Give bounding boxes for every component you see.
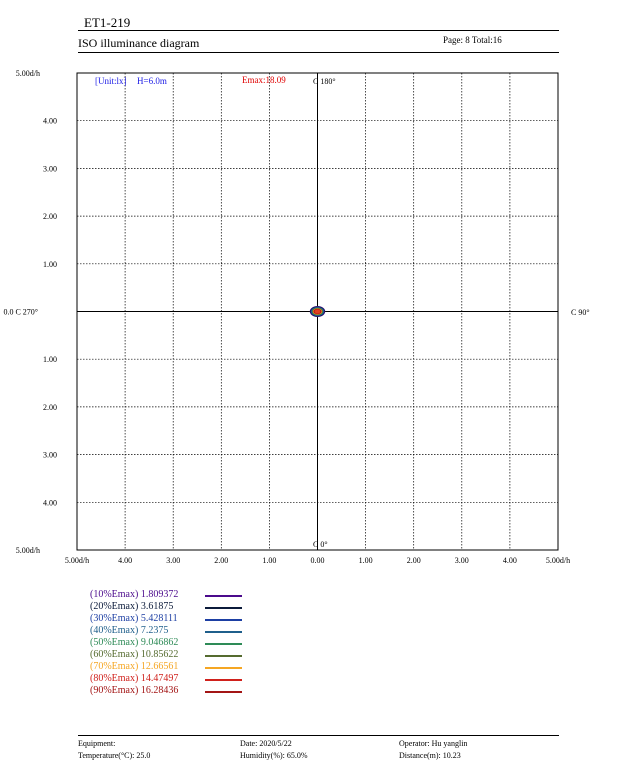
legend-label: (60%Emax) 10.85622 (90, 649, 179, 660)
iso-diagram-chart: 5.00d/h 4.00 3.00 2.00 1.00 0.0 C 270° 1.00 2.0… (3, 69, 590, 565)
legend-label: (40%Emax) 7.2375 (90, 625, 169, 636)
y-tick-label: 5.00d/h (16, 546, 40, 555)
x-tick-label: 1.00 (262, 556, 276, 565)
legend-line-swatch (205, 631, 242, 633)
x-tick-labels: 5.00d/h 4.00 3.00 2.00 1.00 0.00 1.00 2.00 3.00 4… (65, 556, 570, 565)
unit-label: [Unit:lx] (95, 76, 127, 86)
y-tick-label: 5.00d/h (16, 69, 40, 78)
legend-line-swatch (205, 691, 242, 693)
date-label: Date: 2020/5/22 (240, 739, 292, 748)
x-tick-label: 2.00 (214, 556, 228, 565)
y-tick-label: 2.00 (43, 212, 57, 221)
y-tick-label: 1.00 (43, 260, 57, 269)
x-tick-label: 5.00d/h (65, 556, 89, 565)
legend-item: (70%Emax) 12.66561 (90, 661, 242, 673)
y-tick-label: 2.00 (43, 403, 57, 412)
legend-line-swatch (205, 655, 242, 657)
equipment-label: Equipment: (78, 739, 116, 748)
legend-item: (30%Emax) 5.428111 (90, 613, 242, 625)
legend-item: (90%Emax) 16.28436 (90, 685, 242, 697)
legend-item: (50%Emax) 9.046862 (90, 637, 242, 649)
legend-line-swatch (205, 619, 242, 621)
legend-item: (10%Emax) 1.809372 (90, 589, 242, 601)
y-tick-label: 4.00 (43, 117, 57, 126)
legend-label: (90%Emax) 16.28436 (90, 685, 179, 696)
x-tick-label: 4.00 (118, 556, 132, 565)
operator-label: Operator: Hu yanglin (399, 739, 468, 748)
y-tick-label: 3.00 (43, 164, 57, 173)
legend-line-swatch (205, 595, 242, 597)
emax-center-point (314, 309, 321, 314)
c0-label: C 0° (313, 540, 328, 549)
legend-item: (40%Emax) 7.2375 (90, 625, 242, 637)
c90-label: C 90° (571, 308, 590, 317)
footer-rule (78, 735, 559, 736)
x-tick-label: 4.00 (503, 556, 517, 565)
y-tick-label: 0.0 C 270° (3, 308, 38, 317)
isoline-layer (309, 306, 326, 318)
legend-line-swatch (205, 643, 242, 645)
x-tick-label: 3.00 (455, 556, 469, 565)
y-tick-label: 1.00 (43, 355, 57, 364)
humidity-label: Humidity(%): 65.0% (240, 751, 308, 760)
c180-label: C 180° (313, 77, 336, 86)
emax-label: Emax:18.09 (242, 75, 286, 85)
legend-label: (10%Emax) 1.809372 (90, 589, 179, 600)
x-tick-label: 5.00d/h (546, 556, 570, 565)
x-tick-label: 2.00 (407, 556, 421, 565)
distance-label: Distance(m): 10.23 (399, 751, 461, 760)
legend-label: (20%Emax) 3.61875 (90, 601, 174, 612)
isoline-legend: (10%Emax) 1.809372 (20%Emax) 3.61875 (30%E… (90, 589, 242, 697)
temperature-label: Temperature(°C): 25.0 (78, 751, 151, 760)
x-tick-label: 3.00 (166, 556, 180, 565)
legend-item: (80%Emax) 14.47497 (90, 673, 242, 685)
y-tick-label: 4.00 (43, 498, 57, 507)
legend-line-swatch (205, 607, 242, 609)
x-tick-label: 1.00 (359, 556, 373, 565)
legend-label: (50%Emax) 9.046862 (90, 637, 179, 648)
legend-label: (80%Emax) 14.47497 (90, 673, 179, 684)
legend-label: (30%Emax) 5.428111 (90, 613, 178, 624)
legend-line-swatch (205, 667, 242, 669)
x-tick-label: 0.00 (311, 556, 325, 565)
legend-item: (20%Emax) 3.61875 (90, 601, 242, 613)
legend-item: (60%Emax) 10.85622 (90, 649, 242, 661)
legend-label: (70%Emax) 12.66561 (90, 661, 179, 672)
y-tick-labels: 5.00d/h 4.00 3.00 2.00 1.00 0.0 C 270° 1.00 2.0… (3, 69, 57, 555)
legend-line-swatch (205, 679, 242, 681)
y-tick-label: 3.00 (43, 451, 57, 460)
height-label: H=6.0m (137, 76, 167, 86)
